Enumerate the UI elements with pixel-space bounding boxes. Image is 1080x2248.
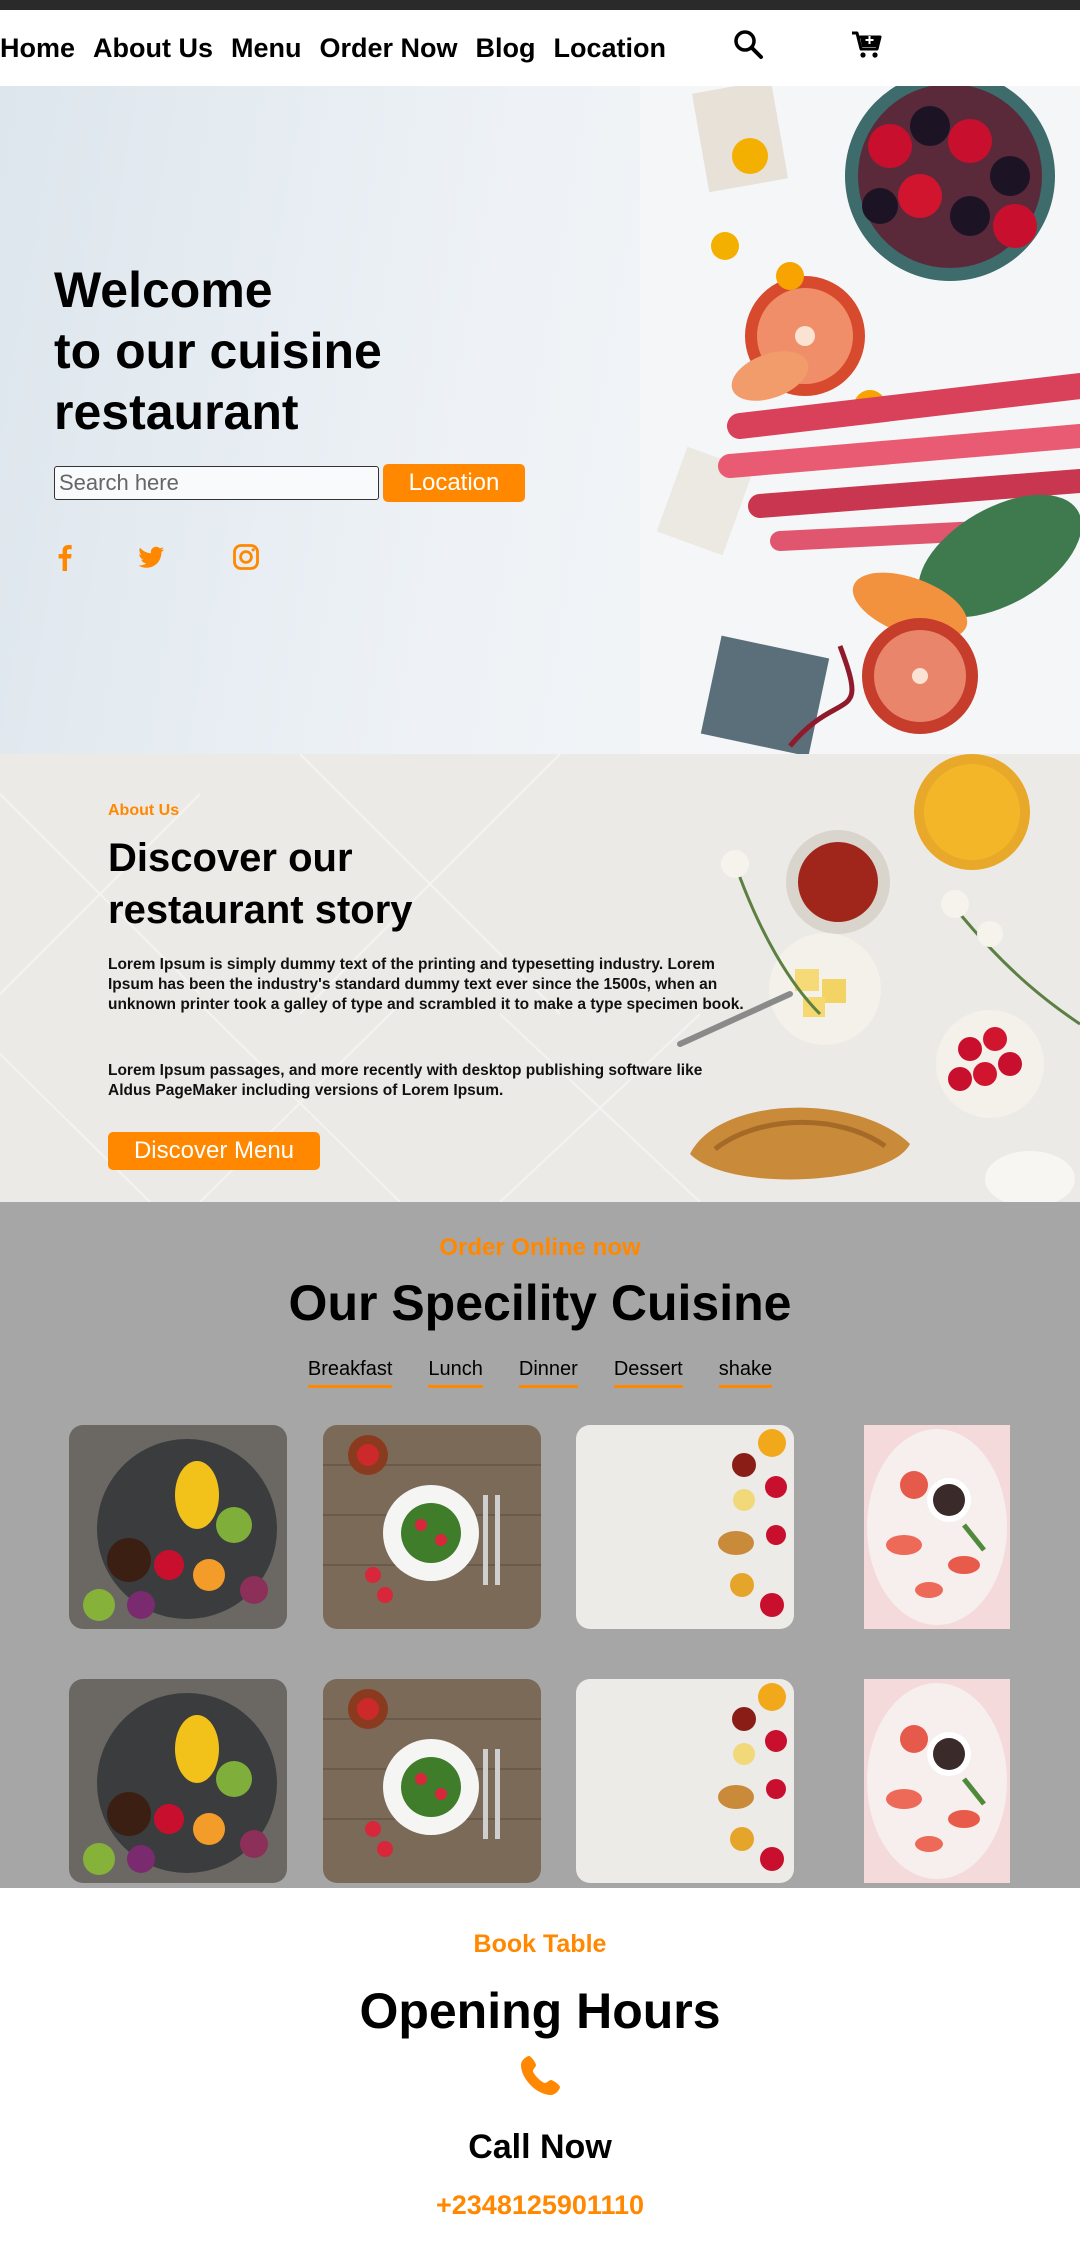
tab-dinner[interactable]: Dinner [518,1358,578,1388]
tab-breakfast[interactable]: Breakfast [307,1358,393,1388]
food-card-breakfast-spread[interactable] [576,1425,794,1629]
cuisine-title: Our Specility Cuisine [288,1275,792,1331]
food-card-grapefruit[interactable] [864,1679,1010,1883]
search-icon[interactable] [732,28,766,62]
phone-icon [521,2056,560,2095]
about-section: About Us Discover our restaurant story L… [0,754,1080,1202]
facebook-icon[interactable] [50,542,80,572]
nav-link-menu[interactable]: Menu [231,33,302,64]
food-card-fruit-platter[interactable] [69,1425,287,1629]
cuisine-section: Order Online now Our Specility Cuisine B… [0,1202,1080,1888]
nav-link-home[interactable]: Home [0,33,75,64]
navbar: Home About Us Menu Order Now Blog Locati… [0,10,1080,86]
hero-title: Welcome to our cuisine restaurant [54,260,614,443]
hero-fruit-image [640,86,1080,754]
cart-icon[interactable] [850,28,884,62]
tab-lunch[interactable]: Lunch [428,1358,483,1388]
tab-shake[interactable]: shake [718,1358,773,1388]
food-card-fruit-platter[interactable] [69,1679,287,1883]
cuisine-label: Order Online now [439,1234,641,1261]
nav-link-order-now[interactable]: Order Now [320,33,458,64]
cuisine-tabs: Breakfast Lunch Dinner Dessert shake [0,1358,1080,1388]
food-card-salad[interactable] [323,1679,541,1883]
food-card-grapefruit[interactable] [864,1425,1010,1629]
twitter-icon[interactable] [136,542,166,572]
location-button[interactable]: Location [383,464,525,502]
about-title-line: restaurant story [108,888,413,932]
about-label: About Us [108,802,180,819]
discover-menu-button[interactable]: Discover Menu [108,1132,320,1170]
hero-title-line: restaurant [54,384,299,440]
call-now-label: Call Now [468,2128,612,2166]
search-input[interactable] [54,466,379,500]
phone-number-link[interactable]: +2348125901110 [0,2190,1080,2221]
nav-link-blog[interactable]: Blog [476,33,536,64]
food-card-salad[interactable] [323,1425,541,1629]
hero-title-line: to our cuisine [54,323,382,379]
top-status-strip [0,0,1080,10]
about-paragraph: Lorem Ipsum passages, and more recently … [108,1062,703,1099]
about-paragraph: Lorem Ipsum is simply dummy text of the … [108,956,744,1013]
tab-dessert[interactable]: Dessert [613,1358,683,1388]
food-card-breakfast-spread[interactable] [576,1679,794,1883]
nav-link-about-us[interactable]: About Us [93,33,213,64]
instagram-icon[interactable] [231,542,261,572]
opening-hours-title: Opening Hours [359,1983,721,2039]
hero-section: Welcome to our cuisine restaurant Locati… [0,86,1080,754]
book-section: Book Table Opening Hours Call Now +23481… [0,1888,1080,2248]
nav-links: Home About Us Menu Order Now Blog Locati… [0,10,684,86]
about-title-line: Discover our [108,836,353,880]
book-label: Book Table [473,1930,607,1958]
nav-link-location[interactable]: Location [554,33,667,64]
hero-title-line: Welcome [54,262,273,318]
about-title: Discover our restaurant story [108,832,413,936]
